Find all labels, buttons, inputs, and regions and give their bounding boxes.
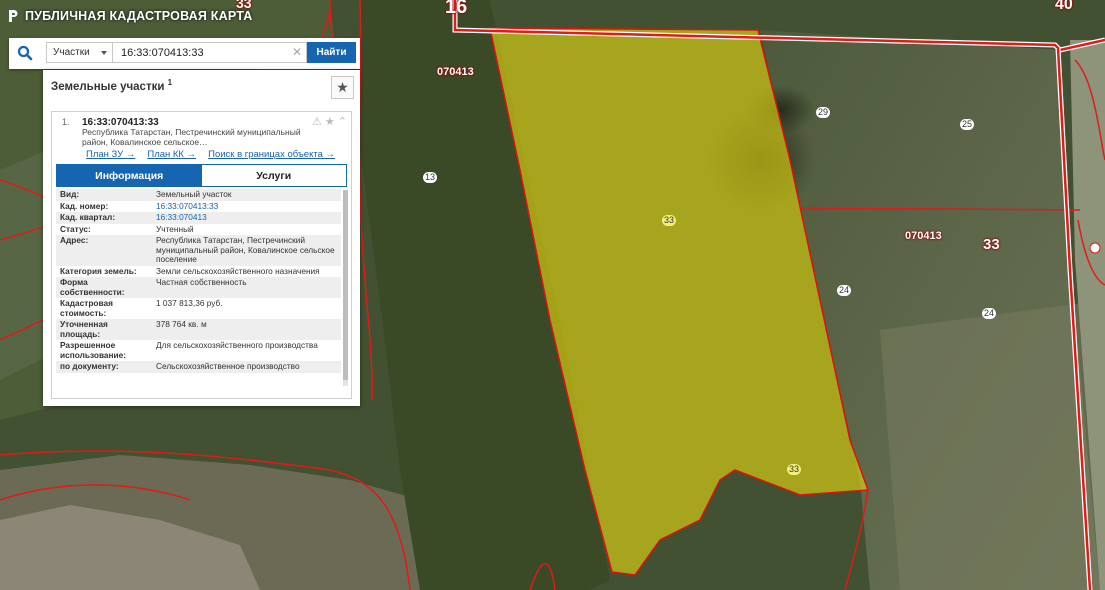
card-tools: ⚠ ★ ⌃ <box>312 115 347 128</box>
chevron-down-icon <box>101 51 107 55</box>
favorite-button[interactable]: ★ <box>331 76 354 99</box>
info-tabs: Информация Услуги <box>56 164 347 187</box>
result-address: Республика Татарстан, Пестречинский муни… <box>82 127 301 147</box>
table-row: Форма собственности: Частная собственност… <box>56 277 341 298</box>
clear-icon[interactable]: ✕ <box>292 45 302 59</box>
map-label-40: 40 <box>1055 0 1073 13</box>
search-bar: Участки ✕ Найти <box>9 38 360 69</box>
chevron-up-icon[interactable]: ⌃ <box>338 115 347 128</box>
layer-select[interactable]: Участки <box>46 42 113 63</box>
tab-services[interactable]: Услуги <box>201 165 346 186</box>
parcel-badge-33-bottom[interactable]: 33 <box>787 464 802 475</box>
cadastral-quarter-link[interactable]: 16:33:070413 <box>152 212 341 224</box>
table-row: Вид: Земельный участок <box>56 189 341 201</box>
results-panel: Земельные участки 1 ★ 1. 16:33:070413:33… <box>43 70 360 406</box>
search-icon[interactable] <box>17 45 33 61</box>
star-icon[interactable]: ★ <box>325 115 335 128</box>
result-card[interactable]: 1. 16:33:070413:33 Республика Татарстан,… <box>51 111 352 399</box>
parcel-number-33-large: 33 <box>983 236 1000 253</box>
find-button[interactable]: Найти <box>307 42 356 63</box>
cadastral-number-link[interactable]: 16:33:070413:33 <box>152 201 341 213</box>
quarter-label-070413: 070413 <box>437 66 474 78</box>
star-icon: ★ <box>336 79 349 95</box>
parcel-badge-33-selected[interactable]: 33 <box>662 215 677 226</box>
table-row: Кад. квартал: 16:33:070413 <box>56 212 341 224</box>
search-input[interactable] <box>113 42 307 63</box>
attributes-table: Вид: Земельный участок Кад. номер: 16:33:0… <box>56 189 341 373</box>
table-row: Категория земель: Земли сельскохозяйствен… <box>60 265 320 276</box>
table-row: Кадастровая стоимость: 1 037 813,36 руб. <box>60 298 223 318</box>
table-row: Статус: Учтенный <box>60 223 194 234</box>
table-row: Адрес: Республика Татарстан, Пестречински… <box>56 235 341 266</box>
app-title: ПУБЛИЧНАЯ КАДАСТРОВАЯ КАРТА <box>25 9 253 23</box>
parcel-badge-24-right[interactable]: 24 <box>982 308 997 319</box>
scrollbar-thumb[interactable] <box>343 190 348 380</box>
parcel-badge-13[interactable]: 13 <box>423 172 438 183</box>
tab-information[interactable]: Информация <box>57 165 202 186</box>
plan-zu-link[interactable]: План ЗУ → <box>86 149 135 160</box>
quarter-label-070413-right: 070413 <box>905 230 942 242</box>
table-row: по документу: Сельскохозяйственное произв… <box>56 361 341 373</box>
result-index: 1. <box>62 117 70 127</box>
panel-title: Земельные участки 1 <box>51 78 173 93</box>
map-label-16: 16 <box>445 0 468 18</box>
warning-icon[interactable]: ⚠ <box>312 115 322 128</box>
layer-select-value: Участки <box>53 47 90 58</box>
parcel-badge-24[interactable]: 24 <box>837 285 852 296</box>
card-links: План ЗУ → План КК → Поиск в границах объ… <box>86 149 335 160</box>
results-count: 1 <box>167 78 173 87</box>
parcel-badge-25[interactable]: 25 <box>960 119 975 130</box>
app-header: ПУБЛИЧНАЯ КАДАСТРОВАЯ КАРТА <box>8 9 252 23</box>
table-row: Уточненная площадь: 378 764 кв. м <box>56 319 341 340</box>
attributes-scrollbar[interactable] <box>343 190 348 386</box>
search-in-bounds-link[interactable]: Поиск в границах объекта → <box>208 149 335 160</box>
plan-kk-link[interactable]: План КК → <box>147 149 196 160</box>
table-row: Кад. номер: 16:33:070413:33 <box>56 201 341 213</box>
table-row: Разрешенное использование: Для сельскохоз… <box>60 340 318 360</box>
parcel-badge-29[interactable]: 29 <box>816 107 831 118</box>
pkk-logo-icon <box>9 10 18 22</box>
